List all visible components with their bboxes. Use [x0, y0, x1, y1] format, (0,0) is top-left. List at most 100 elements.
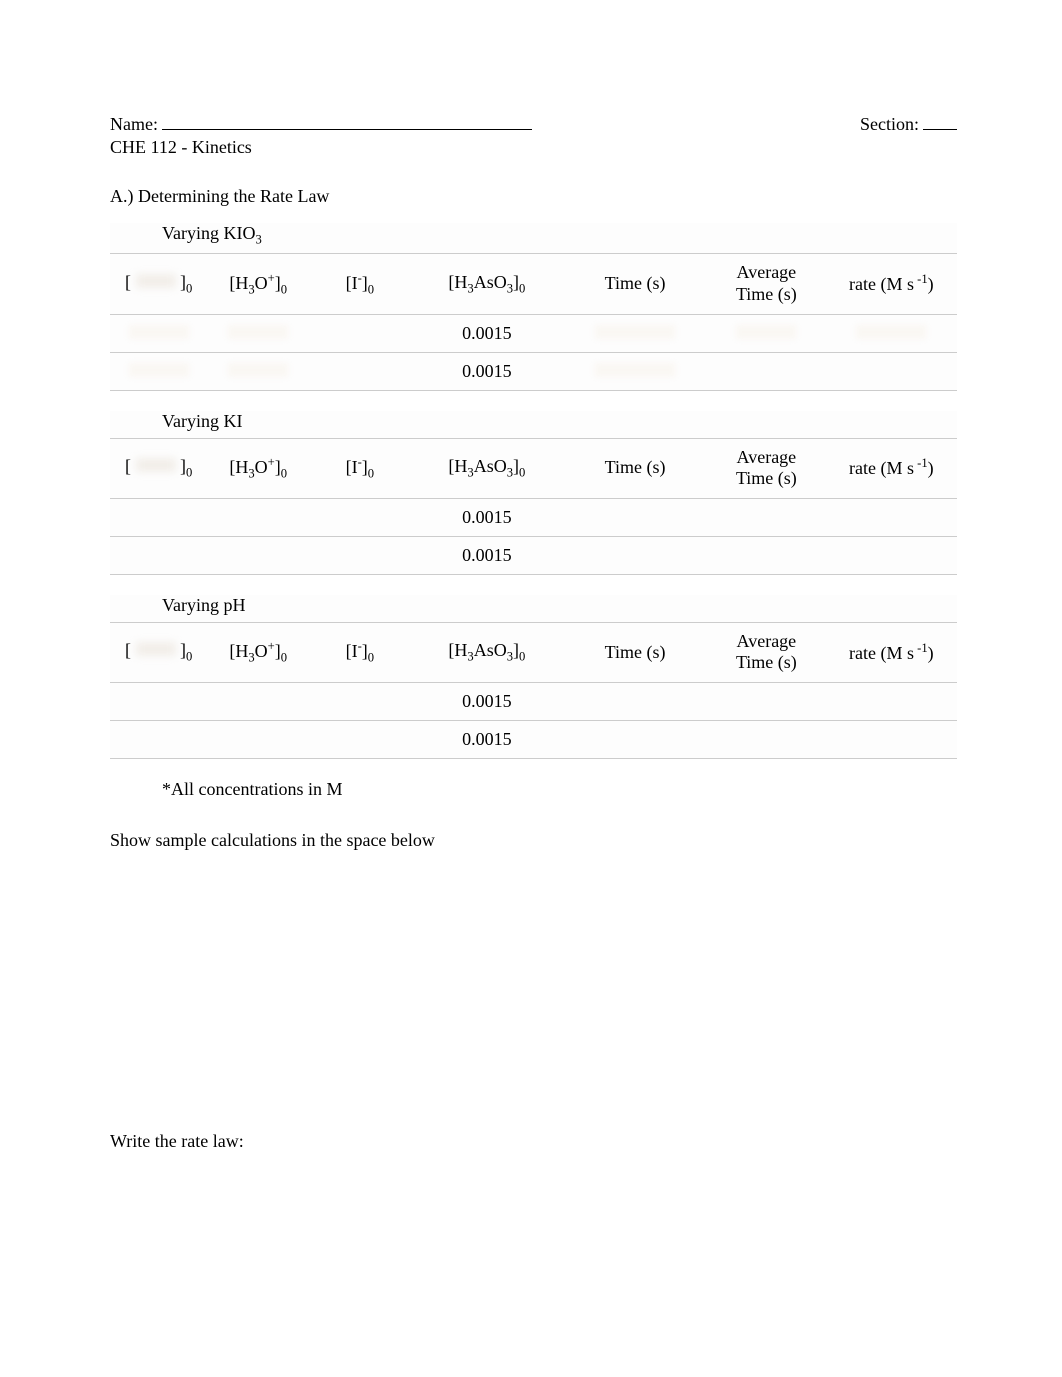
col-avg-time: AverageTime (s) [707, 622, 826, 682]
cell-blank[interactable] [826, 536, 957, 574]
cell-blank[interactable] [826, 352, 957, 390]
cell-blank[interactable] [110, 536, 207, 574]
table-title-text: Varying KI [162, 411, 242, 431]
cell-blank[interactable] [309, 352, 411, 390]
bracket-open: [ [119, 272, 131, 292]
rate-law-prompt: Write the rate law: [110, 1131, 957, 1152]
col-rate: rate (M s -1) [826, 622, 957, 682]
cell-blank[interactable] [826, 682, 957, 720]
bracket-close: ]0 [180, 456, 198, 476]
cell-blank[interactable] [563, 352, 707, 390]
cell-blank[interactable] [207, 720, 309, 758]
blurred-species [136, 642, 176, 656]
col-time: Time (s) [563, 622, 707, 682]
cell-blank[interactable] [707, 720, 826, 758]
blurred-species [136, 458, 176, 472]
cell-h3aso3: 0.0015 [411, 720, 563, 758]
cell-blank[interactable] [707, 314, 826, 352]
cell-blank[interactable] [309, 498, 411, 536]
bracket-close: ]0 [180, 640, 198, 660]
col-iodide: [I-]0 [309, 254, 411, 314]
name-blank-line[interactable] [162, 110, 532, 130]
cell-blank[interactable] [707, 352, 826, 390]
table-header-row: [ ]0 [H3O+]0 [I-]0 [H3AsO3]0 Time (s) [110, 438, 957, 498]
cell-blank[interactable] [309, 314, 411, 352]
table-title: Varying KI [110, 411, 957, 438]
cell-blank[interactable] [826, 314, 957, 352]
section-a-heading: A.) Determining the Rate Law [110, 186, 957, 207]
cell-h3aso3: 0.0015 [411, 314, 563, 352]
table-row: 0.0015 [110, 314, 957, 352]
cell-blank[interactable] [707, 536, 826, 574]
col-h3o: [H3O+]0 [207, 622, 309, 682]
col-time: Time (s) [563, 254, 707, 314]
cell-blank[interactable] [207, 498, 309, 536]
table-title-sub: 3 [255, 232, 261, 246]
cell-blank[interactable] [110, 682, 207, 720]
data-table: [ ]0 [H3O+]0 [I-]0 [H3AsO3]0 Time (s) [110, 253, 957, 390]
table-row: 0.0015 [110, 682, 957, 720]
concentration-note: *All concentrations in M [110, 779, 957, 800]
col-rate: rate (M s -1) [826, 254, 957, 314]
data-table: [ ]0 [H3O+]0 [I-]0 [H3AsO3]0 Time (s) [110, 622, 957, 759]
col-h3aso3: [H3AsO3]0 [411, 254, 563, 314]
col-species-bracket: [ ]0 [110, 254, 207, 314]
cell-blank[interactable] [207, 352, 309, 390]
header-row: Name: Section: [110, 110, 957, 135]
cell-h3aso3: 0.0015 [411, 536, 563, 574]
cell-blank[interactable] [563, 498, 707, 536]
cell-blank[interactable] [309, 720, 411, 758]
cell-h3aso3: 0.0015 [411, 352, 563, 390]
bracket-open: [ [119, 640, 131, 660]
data-table: [ ]0 [H3O+]0 [I-]0 [H3AsO3]0 Time (s) [110, 438, 957, 575]
blurred-species [136, 274, 176, 288]
col-iodide: [I-]0 [309, 622, 411, 682]
cell-blank[interactable] [110, 498, 207, 536]
cell-blank[interactable] [826, 498, 957, 536]
cell-blank[interactable] [826, 720, 957, 758]
cell-blank[interactable] [309, 536, 411, 574]
cell-blank[interactable] [110, 314, 207, 352]
cell-blank[interactable] [207, 536, 309, 574]
section-label: Section: [860, 114, 919, 135]
table-row: 0.0015 [110, 720, 957, 758]
cell-blank[interactable] [110, 352, 207, 390]
bracket-close: ]0 [180, 272, 198, 292]
cell-blank[interactable] [563, 682, 707, 720]
cell-h3aso3: 0.0015 [411, 498, 563, 536]
table-title: Varying KIO3 [110, 223, 957, 254]
col-species-bracket: [ ]0 [110, 622, 207, 682]
cell-blank[interactable] [707, 682, 826, 720]
cell-blank[interactable] [110, 720, 207, 758]
cell-blank[interactable] [707, 498, 826, 536]
table-title: Varying pH [110, 595, 957, 622]
table-title-text: Varying KIO [162, 223, 255, 243]
table-row: 0.0015 [110, 352, 957, 390]
cell-blank[interactable] [207, 314, 309, 352]
cell-blank[interactable] [207, 682, 309, 720]
course-title: CHE 112 - Kinetics [110, 137, 957, 158]
col-rate: rate (M s -1) [826, 438, 957, 498]
table-header-row: [ ]0 [H3O+]0 [I-]0 [H3AsO3]0 Time (s) [110, 254, 957, 314]
cell-blank[interactable] [563, 314, 707, 352]
name-label: Name: [110, 114, 158, 135]
sample-calc-prompt: Show sample calculations in the space be… [110, 830, 957, 851]
section-blank-line[interactable] [923, 110, 957, 130]
cell-blank[interactable] [563, 536, 707, 574]
col-h3aso3: [H3AsO3]0 [411, 622, 563, 682]
col-h3o: [H3O+]0 [207, 254, 309, 314]
table-varying-kio3: Varying KIO3 [ ]0 [H3O+]0 [I-]0 [110, 223, 957, 391]
table-varying-ph: Varying pH [ ]0 [H3O+]0 [I-]0 [110, 595, 957, 759]
col-iodide: [I-]0 [309, 438, 411, 498]
col-species-bracket: [ ]0 [110, 438, 207, 498]
section-field: Section: [860, 110, 957, 135]
cell-blank[interactable] [309, 682, 411, 720]
table-varying-ki: Varying KI [ ]0 [H3O+]0 [I-]0 [110, 411, 957, 575]
cell-blank[interactable] [563, 720, 707, 758]
name-field: Name: [110, 110, 532, 135]
col-h3o: [H3O+]0 [207, 438, 309, 498]
col-h3aso3: [H3AsO3]0 [411, 438, 563, 498]
table-row: 0.0015 [110, 498, 957, 536]
col-avg-time: AverageTime (s) [707, 254, 826, 314]
page: Name: Section: CHE 112 - Kinetics A.) De… [0, 0, 1062, 1152]
